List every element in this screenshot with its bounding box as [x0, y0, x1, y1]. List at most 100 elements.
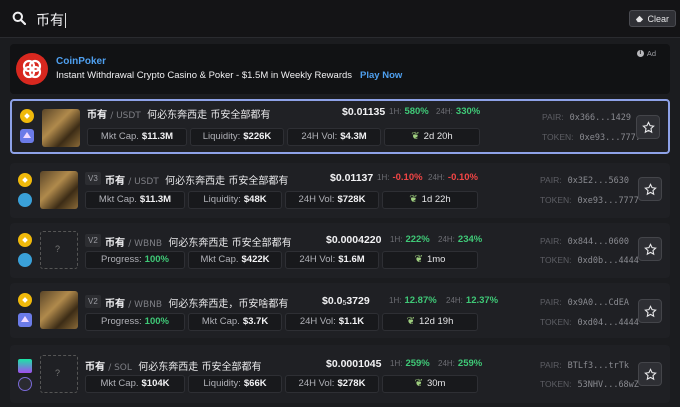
version-badge: V2 — [85, 295, 101, 308]
token-image-placeholder: ? — [40, 355, 78, 393]
liquidity-pill: Liquidity: $66K — [188, 375, 282, 393]
token-row[interactable]: 币有 / USDT 何必东奔西走 币安全部都有 $0.01135 1H: 580%… — [10, 99, 670, 154]
liquidity-pill: Liquidity: $48K — [188, 191, 282, 209]
token-price: $0.0004220 — [326, 234, 382, 246]
change-1h: 1H: 222% — [390, 234, 430, 245]
clear-label: Clear — [647, 13, 669, 24]
token-address[interactable]: TOKEN: 0xd0b...4444 — [540, 255, 639, 266]
eraser-icon — [636, 15, 644, 23]
change-1h: 1H: 12.87% — [389, 295, 437, 306]
volume-pill: 24H Vol: $1.6M — [285, 251, 379, 269]
sprout-icon: ❦ — [406, 316, 416, 327]
search-icon — [12, 11, 26, 25]
age-pill: ❦ 1d 22h — [382, 191, 478, 209]
token-price: $0.01137 — [330, 172, 374, 184]
token-name: 币有 / WBNB 何必东奔西走 币安全部都有 — [105, 238, 292, 249]
pancakeswap-icon — [18, 313, 32, 327]
token-address[interactable]: TOKEN: 0xe93...7777 — [542, 132, 641, 143]
market-cap-pill: Mkt Cap. $104K — [85, 375, 185, 393]
market-cap-pill: Mkt Cap. $11.3M — [87, 128, 187, 146]
token-row[interactable]: V2 币有 / WBNB 何必东奔西走，币安啥都有 $0.053729 1H: 1… — [10, 283, 670, 338]
sprout-icon: ❦ — [409, 194, 418, 205]
token-image — [40, 291, 78, 329]
bnb-chain-icon — [18, 293, 32, 307]
search-input[interactable]: 币有 — [36, 10, 66, 30]
bnb-chain-icon — [18, 233, 32, 247]
token-address[interactable]: TOKEN: 0xd04...4444 — [540, 317, 639, 328]
change-24h: 24H: 234% — [438, 234, 483, 245]
progress-pill: Progress: 100% — [85, 251, 185, 269]
pair-address[interactable]: PAIR: 0x844...0600 — [540, 236, 629, 247]
market-cap-pill: Mkt Cap. $3.7K — [188, 313, 282, 331]
clear-button[interactable]: Clear — [629, 10, 676, 27]
token-price: $0.01135 — [342, 106, 386, 118]
token-address[interactable]: TOKEN: 0xe93...7777 — [540, 195, 639, 206]
ad-text: Instant Withdrawal Crypto Casino & Poker… — [56, 70, 403, 81]
favorite-star-button[interactable] — [638, 177, 662, 201]
info-icon: i — [636, 50, 644, 57]
token-name: 币有 / USDT 何必东奔西走 币安全部都有 — [105, 176, 289, 187]
change-1h: 1H: -0.10% — [377, 172, 423, 183]
age-pill: ❦ 1mo — [382, 251, 478, 269]
ad-title: CoinPoker — [56, 56, 107, 67]
pair-address[interactable]: PAIR: BTLf3...trTk — [540, 360, 629, 371]
token-name: 币有 / WBNB 何必东奔西走，币安啥都有 — [105, 299, 289, 310]
star-icon — [642, 121, 655, 134]
coinpoker-logo — [16, 53, 48, 85]
bnb-chain-icon — [18, 173, 32, 187]
favorite-star-button[interactable] — [638, 299, 662, 323]
change-24h: 24H: 12.37% — [446, 295, 499, 306]
favorite-star-button[interactable] — [638, 362, 662, 386]
ad-banner[interactable]: CoinPoker Instant Withdrawal Crypto Casi… — [10, 44, 670, 94]
search-bar: 币有 Clear — [0, 0, 680, 38]
uniswap-icon — [18, 253, 32, 267]
change-24h: 24H: -0.10% — [428, 172, 479, 183]
token-name: 币有 / USDT 何必东奔西走 币安全部都有 — [87, 110, 271, 121]
token-price: $0.0001045 — [326, 358, 382, 370]
token-image — [42, 109, 80, 147]
star-icon — [644, 305, 657, 318]
volume-pill: 24H Vol: $728K — [285, 191, 379, 209]
pair-address[interactable]: PAIR: 0x366...1429 — [542, 112, 631, 123]
bnb-chain-icon — [20, 109, 34, 123]
sprout-icon: ❦ — [411, 131, 420, 142]
progress-pill: Progress: 100% — [85, 313, 185, 331]
token-row[interactable]: ? 币有 / SOL 何必东奔西走 币安全部都有 $0.0001045 1H: 2… — [10, 345, 670, 403]
version-badge: V2 — [85, 234, 101, 247]
change-1h: 1H: 580% — [389, 106, 429, 117]
raydium-icon — [18, 377, 32, 391]
age-pill: ❦ 30m — [382, 375, 478, 393]
ad-label: i Ad — [636, 49, 656, 58]
favorite-star-button[interactable] — [636, 115, 660, 139]
age-pill: ❦ 12d 19h — [382, 313, 478, 331]
volume-pill: 24H Vol: $4.3M — [287, 128, 381, 146]
pancakeswap-icon — [20, 129, 34, 143]
change-24h: 24H: 330% — [436, 106, 481, 117]
sprout-icon: ❦ — [414, 378, 423, 389]
star-icon — [644, 368, 657, 381]
pair-address[interactable]: PAIR: 0x3E2...5630 — [540, 175, 629, 186]
uniswap-icon — [18, 193, 32, 207]
token-image-placeholder: ? — [40, 231, 78, 269]
favorite-star-button[interactable] — [638, 237, 662, 261]
token-address[interactable]: TOKEN: 53NHV...68wZ — [540, 379, 639, 390]
change-1h: 1H: 259% — [390, 358, 430, 369]
token-image — [40, 171, 78, 209]
token-row[interactable]: V3 币有 / USDT 何必东奔西走 币安全部都有 $0.01137 1H: -… — [10, 163, 670, 218]
solana-chain-icon — [18, 359, 32, 373]
version-badge: V3 — [85, 172, 101, 185]
token-price: $0.053729 — [322, 295, 370, 307]
sprout-icon: ❦ — [414, 254, 423, 265]
star-icon — [644, 183, 657, 196]
liquidity-pill: Liquidity: $226K — [190, 128, 284, 146]
volume-pill: 24H Vol: $1.1K — [285, 313, 379, 331]
volume-pill: 24H Vol: $278K — [285, 375, 379, 393]
market-cap-pill: Mkt Cap. $11.3M — [85, 191, 185, 209]
change-24h: 24H: 259% — [438, 358, 483, 369]
market-cap-pill: Mkt Cap. $422K — [188, 251, 282, 269]
pair-address[interactable]: PAIR: 0x9A0...CdEA — [540, 297, 629, 308]
age-pill: ❦ 2d 20h — [384, 128, 480, 146]
token-name: 币有 / SOL 何必东奔西走 币安全部都有 — [85, 362, 262, 373]
token-row[interactable]: ? V2 币有 / WBNB 何必东奔西走 币安全部都有 $0.0004220 … — [10, 223, 670, 278]
ad-cta-link[interactable]: Play Now — [360, 70, 402, 81]
